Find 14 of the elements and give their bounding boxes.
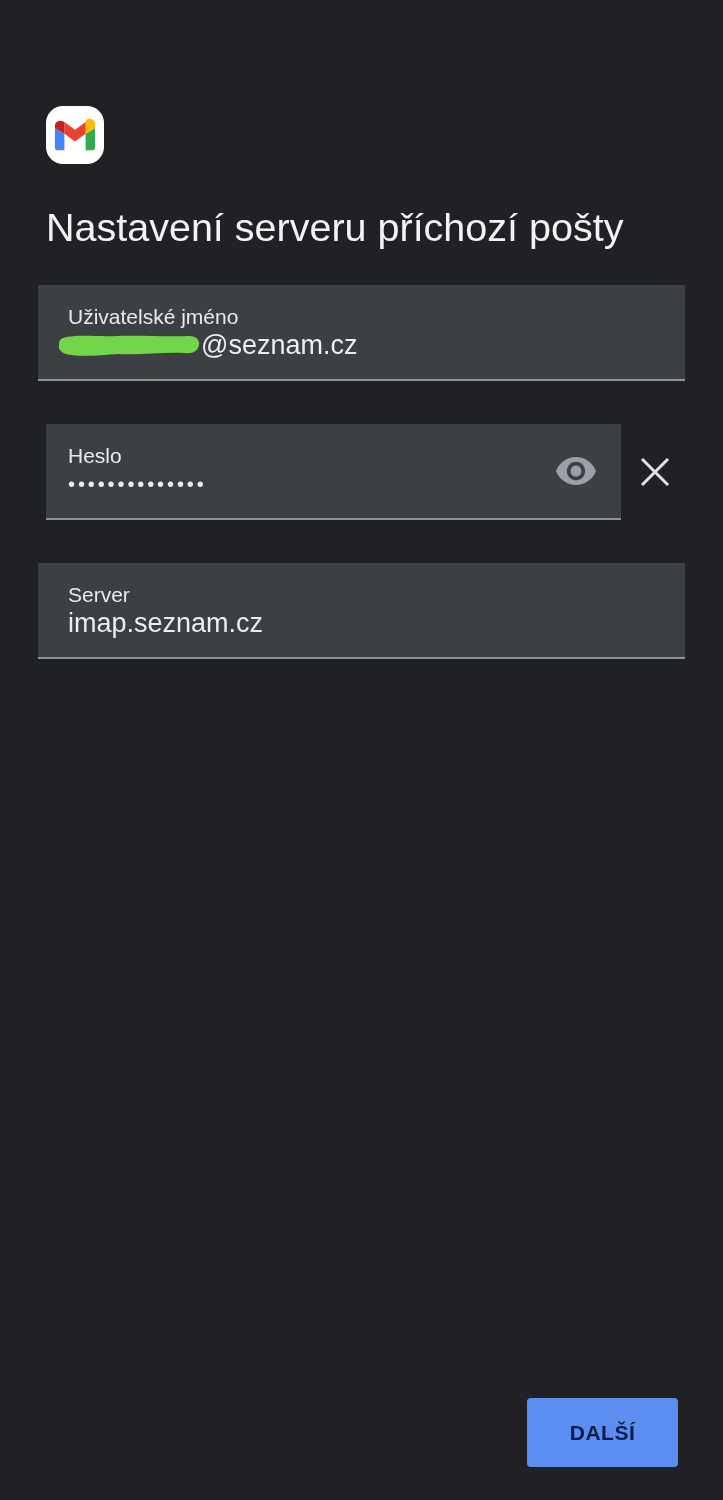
eye-icon[interactable] bbox=[556, 457, 596, 485]
field-value: imap.seznam.cz bbox=[68, 606, 264, 639]
text-field[interactable]: Uživatelské jméno @seznam.cz bbox=[38, 285, 685, 381]
next-button[interactable]: DALŠÍ bbox=[527, 1398, 678, 1467]
field-label: Heslo bbox=[68, 442, 122, 468]
text-field[interactable]: Server imap.seznam.cz bbox=[38, 563, 685, 659]
password-field[interactable]: Heslo •••••••••••••• bbox=[46, 424, 621, 520]
masked-password: •••••••••••••• bbox=[68, 471, 207, 497]
field-label: Server bbox=[68, 581, 130, 607]
field-label: Uživatelské jméno bbox=[68, 303, 239, 329]
close-icon[interactable] bbox=[641, 458, 669, 486]
field-value: @seznam.cz bbox=[201, 328, 358, 361]
m-logo-icon bbox=[46, 106, 104, 164]
page-title: Nastavení serveru příchozí pošty bbox=[46, 205, 625, 249]
